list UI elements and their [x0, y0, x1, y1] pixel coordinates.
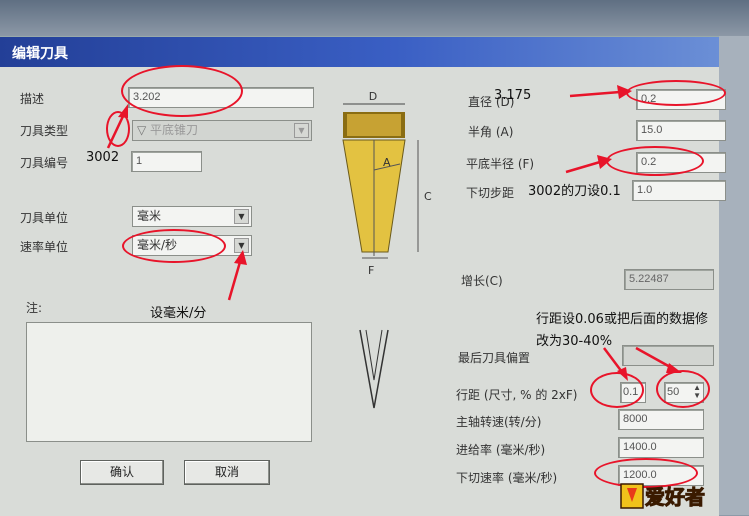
dimension-d-label: D: [369, 90, 377, 103]
arrow-stepover-percent: [635, 346, 673, 370]
watermark-logo: 爱好者: [615, 478, 741, 512]
tool-shank-highlight: [347, 114, 401, 136]
highlight-flat-radius: [606, 146, 704, 176]
overlay-svg: D A C F: [106, 85, 682, 409]
annotation-3002: 3002: [86, 150, 120, 165]
tool-path-preview: [359, 329, 389, 409]
annotation-stepover-line1: 行距设0.06或把后面的数据修: [536, 312, 708, 327]
highlight-stepover: [590, 372, 644, 408]
dimension-f-label: F: [368, 264, 374, 277]
tool-path-preview-inner: [365, 329, 383, 381]
watermark-text: 爱好者: [645, 485, 706, 510]
annotation-stepover-line2: 改为30-40%: [536, 334, 613, 349]
arrow-diameter: [569, 90, 621, 98]
annotation-rate-unit: 设毫米/分: [150, 306, 207, 321]
angle-a-label: A: [383, 156, 391, 169]
arrow-rate-unit: [227, 261, 242, 301]
logo-icon: [620, 483, 644, 509]
arrow-flat-radius: [565, 160, 601, 174]
arrow-rate-unit-head: [234, 250, 247, 265]
highlight-tool-type: [106, 111, 130, 147]
tool-diagram: D A C F: [342, 90, 432, 409]
highlight-stepover-percent: [656, 370, 710, 408]
annotation-flat-radius: 3002的刀设0.1: [528, 184, 621, 199]
annotation-diameter: 3.175: [494, 88, 532, 103]
highlight-diameter: [626, 80, 726, 106]
arrow-stepover: [603, 347, 623, 373]
dimension-c-label: C: [424, 190, 432, 203]
highlight-rate-unit: [122, 229, 226, 263]
highlight-description: [121, 65, 243, 117]
